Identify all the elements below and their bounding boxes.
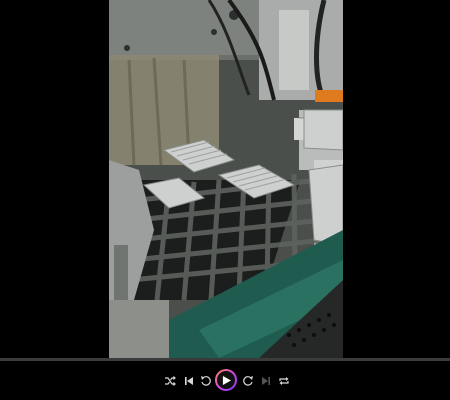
shuffle-icon <box>165 376 176 386</box>
play-button-inner <box>217 371 235 389</box>
video-still <box>109 0 343 358</box>
repeat-icon <box>279 377 289 385</box>
media-player <box>0 0 450 400</box>
play-button[interactable] <box>215 369 237 391</box>
forward-10-button[interactable] <box>240 373 256 389</box>
previous-icon <box>185 377 193 385</box>
rewind-10-icon <box>201 376 211 386</box>
play-icon <box>222 375 231 385</box>
repeat-button[interactable] <box>276 373 292 389</box>
next-icon <box>262 377 270 385</box>
shuffle-button[interactable] <box>162 373 178 389</box>
next-button[interactable] <box>258 373 274 389</box>
previous-button[interactable] <box>181 373 197 389</box>
playback-controls <box>0 361 450 400</box>
rewind-10-button[interactable] <box>198 373 214 389</box>
video-frame[interactable] <box>109 0 343 358</box>
forward-10-icon <box>243 376 253 386</box>
